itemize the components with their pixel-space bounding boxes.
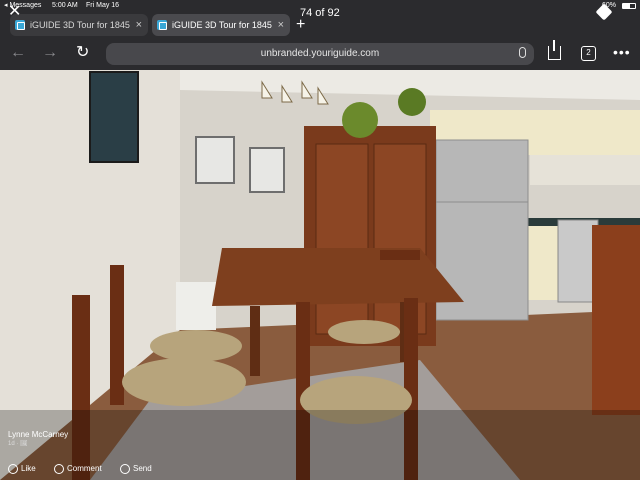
- comment-button[interactable]: Comment: [54, 464, 102, 474]
- close-viewer-button[interactable]: ✕: [8, 4, 21, 20]
- like-button[interactable]: Like: [8, 464, 36, 474]
- reload-button[interactable]: ↻: [76, 45, 89, 61]
- share-icon[interactable]: [548, 40, 561, 60]
- comment-label: Comment: [67, 464, 102, 474]
- post-author[interactable]: Lynne McCarney: [8, 430, 68, 439]
- battery-fill: [623, 4, 631, 8]
- battery-icon: [622, 3, 636, 9]
- close-tab-icon[interactable]: ×: [278, 14, 284, 36]
- painting-left: [89, 71, 139, 163]
- url-text: unbranded.youriguide.com: [260, 48, 380, 59]
- microphone-icon[interactable]: [519, 47, 526, 58]
- photo-counter: 74 of 92: [300, 7, 340, 19]
- status-time: 5:00 AM: [52, 2, 78, 9]
- room-photo[interactable]: [0, 70, 640, 480]
- like-label: Like: [21, 464, 36, 474]
- tab-igu-1[interactable]: iGUIDE 3D Tour for 1845 ×: [10, 14, 148, 36]
- site-favicon-icon: [157, 20, 167, 30]
- tab-label: iGUIDE 3D Tour for 1845: [30, 20, 130, 30]
- send-button[interactable]: Send: [120, 464, 152, 474]
- comment-icon: [54, 464, 64, 474]
- more-options-button[interactable]: •••: [613, 44, 631, 60]
- browser-toolbar: ← → ↻ unbranded.youriguide.com 2 •••: [0, 38, 640, 70]
- status-date: Fri May 16: [86, 2, 120, 9]
- close-tab-icon[interactable]: ×: [136, 14, 142, 36]
- tab-switcher-button[interactable]: 2: [581, 46, 596, 61]
- back-button[interactable]: ←: [10, 45, 26, 61]
- tab-label: iGUIDE 3D Tour for 1845: [172, 20, 272, 30]
- thumbs-up-icon: [8, 464, 18, 474]
- site-favicon-icon: [15, 20, 25, 30]
- tab-igu-2[interactable]: iGUIDE 3D Tour for 1845 ×: [152, 14, 290, 36]
- send-icon: [120, 464, 130, 474]
- forward-button[interactable]: →: [42, 45, 58, 61]
- address-bar[interactable]: unbranded.youriguide.com: [106, 43, 534, 65]
- send-label: Send: [133, 464, 152, 474]
- dining-kitchen-scene: [0, 70, 640, 480]
- post-meta: 1d · 🖼: [8, 441, 28, 447]
